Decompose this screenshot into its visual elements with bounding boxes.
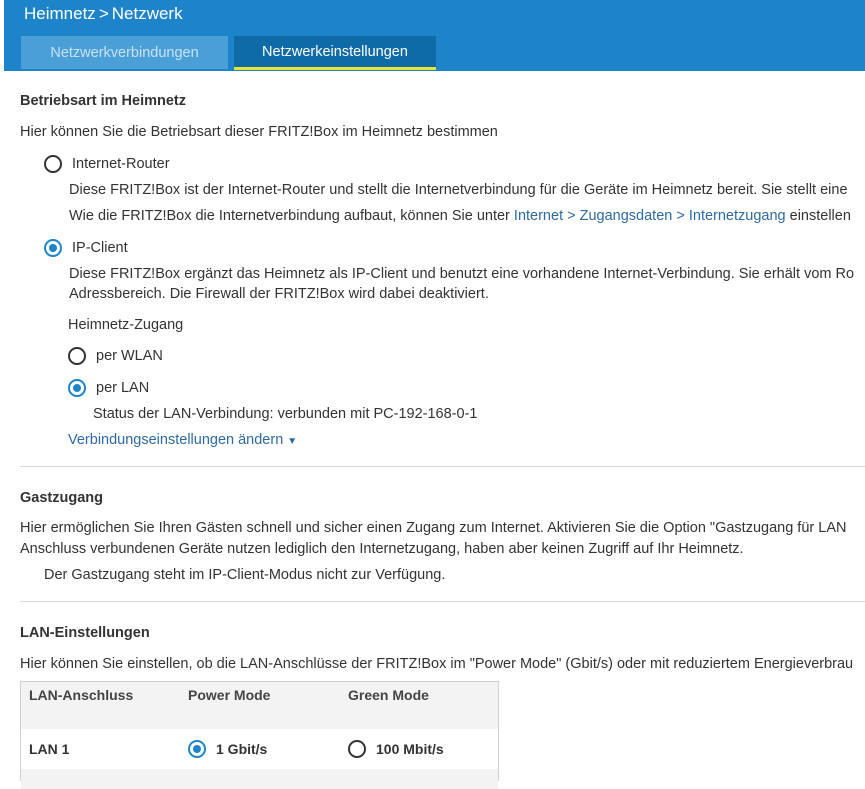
radio-internet-router-label[interactable]: Internet-Router bbox=[72, 156, 170, 172]
column-header-power-mode: Power Mode bbox=[188, 687, 271, 703]
ip-client-description-1: Diese FRITZ!Box ergänzt das Heimnetz als… bbox=[69, 266, 855, 282]
radio-green-mode-lan1-label[interactable]: 100 Mbit/s bbox=[376, 741, 444, 757]
internet-router-description-2: Wie die FRITZ!Box die Internetverbindung… bbox=[69, 208, 851, 224]
radio-per-lan[interactable] bbox=[68, 379, 86, 397]
gastzugang-note: Der Gastzugang steht im IP-Client-Modus … bbox=[44, 567, 446, 583]
gastzugang-heading: Gastzugang bbox=[20, 490, 103, 506]
radio-power-mode-lan1-label[interactable]: 1 Gbit/s bbox=[216, 741, 267, 757]
tab-netzwerkverbindungen-label: Netzwerkverbindungen bbox=[50, 44, 199, 61]
breadcrumb: Heimnetz > Netzwerk bbox=[24, 4, 183, 24]
verbindungseinstellungen-link[interactable]: Verbindungseinstellungen ändern ▼ bbox=[68, 432, 297, 448]
lan-port-name: LAN 1 bbox=[29, 741, 70, 757]
radio-green-mode-lan1[interactable] bbox=[348, 740, 366, 758]
lan-einstellungen-description: Hier können Sie einstellen, ob die LAN-A… bbox=[20, 656, 854, 672]
radio-ip-client[interactable] bbox=[44, 239, 62, 257]
table-header: LAN-Anschluss Power Mode Green Mode bbox=[21, 682, 498, 729]
gastzugang-description-1: Hier ermöglichen Sie Ihren Gästen schnel… bbox=[20, 520, 847, 536]
table-row: LAN 1 1 Gbit/s 100 Mbit/s bbox=[21, 729, 498, 769]
column-header-lan-anschluss: LAN-Anschluss bbox=[29, 687, 134, 703]
radio-power-mode-lan1[interactable] bbox=[188, 740, 206, 758]
column-header-green-mode: Green Mode bbox=[348, 687, 429, 703]
ip-client-description-2: Adressbereich. Die Firewall der FRITZ!Bo… bbox=[69, 286, 489, 302]
table-row bbox=[21, 769, 498, 789]
radio-per-lan-label[interactable]: per LAN bbox=[96, 380, 149, 396]
lan-einstellungen-heading: LAN-Einstellungen bbox=[20, 625, 150, 641]
radio-per-wlan-label[interactable]: per WLAN bbox=[96, 348, 163, 364]
lan-status-text: Status der LAN-Verbindung: verbunden mit… bbox=[93, 406, 478, 422]
radio-ip-client-label[interactable]: IP-Client bbox=[72, 240, 128, 256]
top-bar: Heimnetz > Netzwerk Netzwerkverbindungen N… bbox=[4, 0, 865, 71]
internet-router-description-2-post: einstellen bbox=[789, 208, 851, 224]
tab-netzwerkeinstellungen[interactable]: Netzwerkeinstellungen bbox=[234, 36, 436, 70]
breadcrumb-netzwerk: Netzwerk bbox=[111, 4, 183, 23]
breadcrumb-heimnetz[interactable]: Heimnetz bbox=[24, 4, 96, 23]
betriebsart-intro: Hier können Sie die Betriebsart dieser F… bbox=[20, 124, 498, 140]
divider bbox=[20, 601, 865, 602]
radio-per-wlan[interactable] bbox=[68, 347, 86, 365]
gastzugang-description-2: Anschluss verbundenen Geräte nutzen ledi… bbox=[20, 541, 744, 557]
lan-ports-table: LAN-Anschluss Power Mode Green Mode LAN … bbox=[20, 681, 499, 789]
tab-netzwerkeinstellungen-label: Netzwerkeinstellungen bbox=[262, 43, 408, 60]
betriebsart-heading: Betriebsart im Heimnetz bbox=[20, 93, 186, 109]
internet-router-description: Diese FRITZ!Box ist der Internet-Router … bbox=[69, 182, 848, 198]
internet-router-description-2-pre: Wie die FRITZ!Box die Internetverbindung… bbox=[69, 208, 510, 224]
breadcrumb-separator: > bbox=[98, 4, 109, 23]
heimnetz-zugang-label: Heimnetz-Zugang bbox=[68, 317, 184, 333]
divider bbox=[20, 466, 865, 467]
verbindungseinstellungen-link-label: Verbindungseinstellungen ändern bbox=[68, 432, 284, 448]
radio-internet-router[interactable] bbox=[44, 155, 62, 173]
internetzugang-link[interactable]: Internet > Zugangsdaten > Internetzugang bbox=[514, 208, 786, 224]
caret-down-icon: ▼ bbox=[287, 436, 298, 447]
tab-netzwerkverbindungen[interactable]: Netzwerkverbindungen bbox=[21, 36, 228, 69]
